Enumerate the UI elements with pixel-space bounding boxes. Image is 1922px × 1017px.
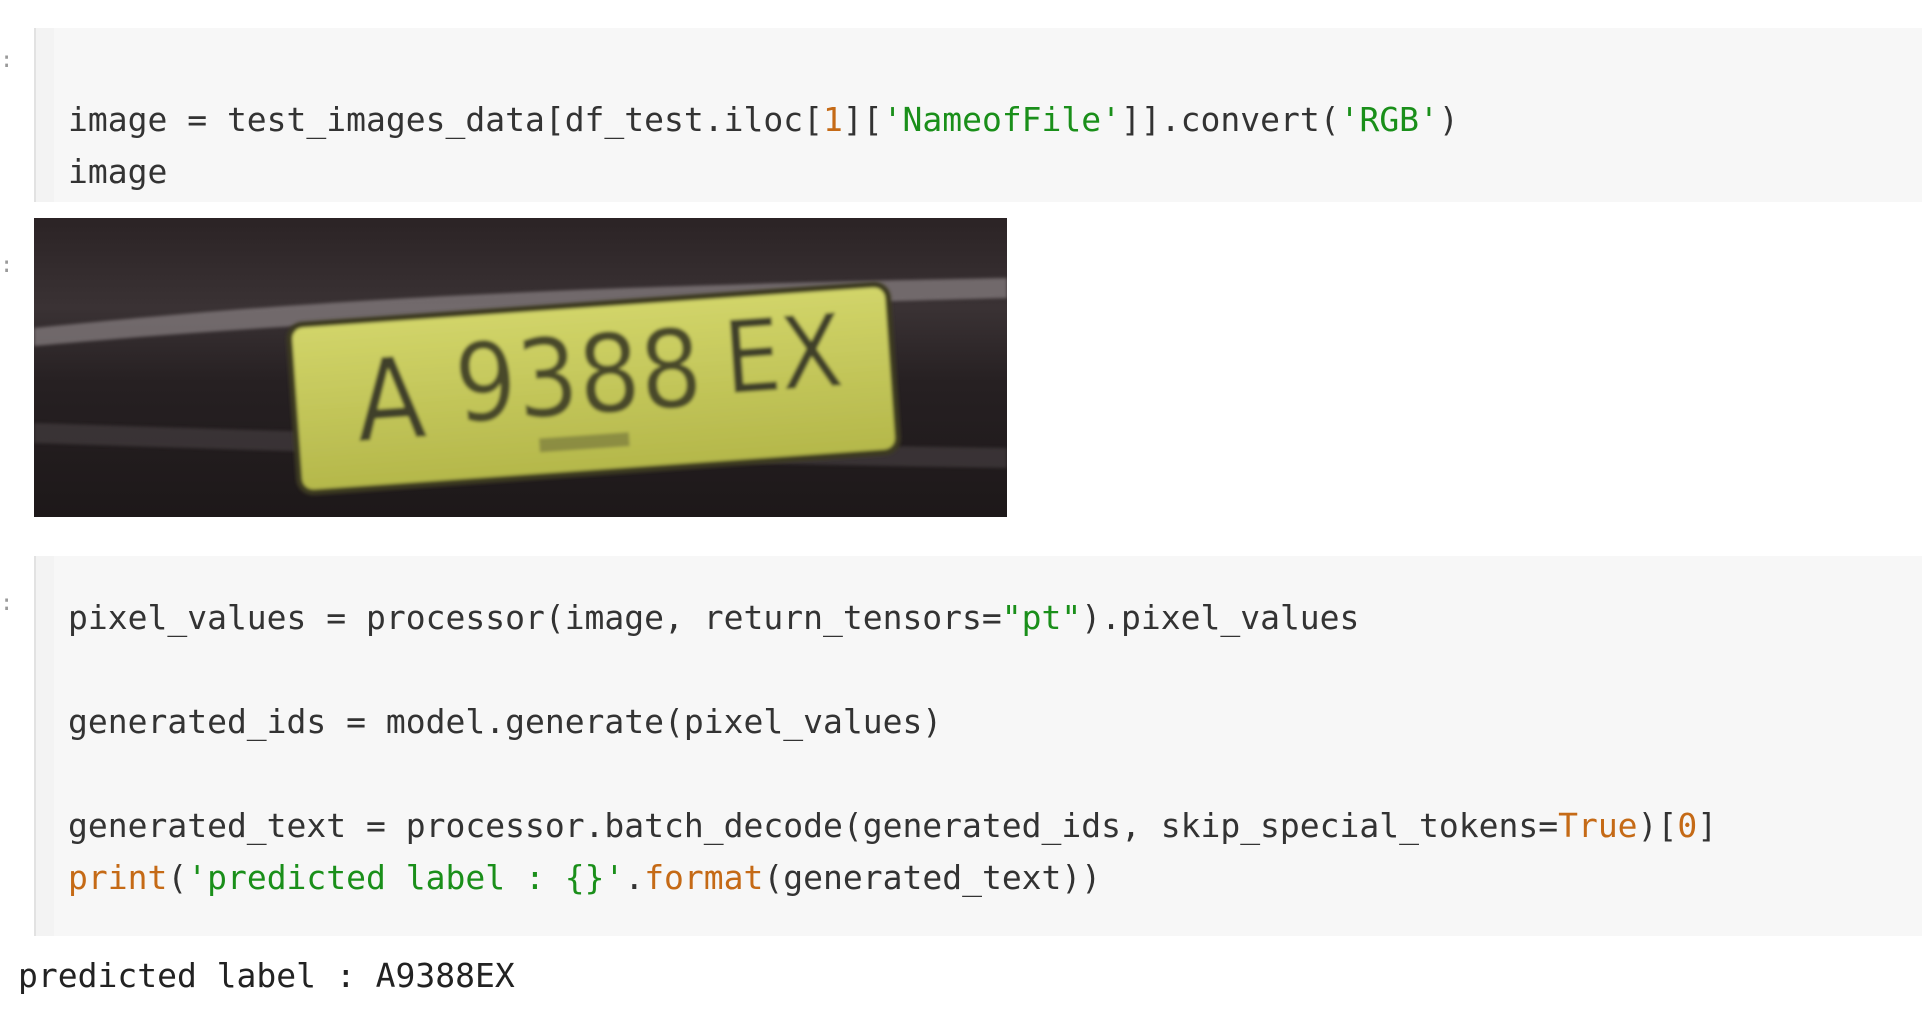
output-prompt-marker: : — [0, 253, 14, 278]
code-line: image = test_images_data[df_test.iloc[1]… — [68, 100, 1459, 139]
predicted-label-output: predicted label : A9388EX — [18, 956, 515, 995]
cell-prompt-marker: : — [0, 591, 14, 616]
code-line: print('predicted label : {}'.format(gene… — [68, 858, 1102, 897]
code-editor[interactable]: pixel_values = processor(image, return_t… — [68, 592, 1717, 904]
license-plate-image: A 9388 EX — [34, 218, 1007, 517]
code-line: generated_text = processor.batch_decode(… — [68, 806, 1718, 845]
plate-letter-left: A — [352, 333, 430, 467]
code-line: image — [68, 152, 168, 191]
code-cell-predict[interactable]: pixel_values = processor(image, return_t… — [34, 556, 1922, 936]
plate-number: 9388 — [451, 306, 706, 448]
code-editor[interactable]: image = test_images_data[df_test.iloc[1]… — [68, 94, 1459, 198]
code-cell-load-image[interactable]: image = test_images_data[df_test.iloc[1]… — [34, 28, 1922, 202]
cell-prompt-marker: : — [0, 48, 14, 73]
code-line: pixel_values = processor(image, return_t… — [68, 598, 1360, 637]
code-line: generated_ids = model.generate(pixel_val… — [68, 702, 943, 741]
plate-letter-right: EX — [720, 292, 846, 417]
license-plate-picture: A 9388 EX — [34, 218, 1007, 517]
